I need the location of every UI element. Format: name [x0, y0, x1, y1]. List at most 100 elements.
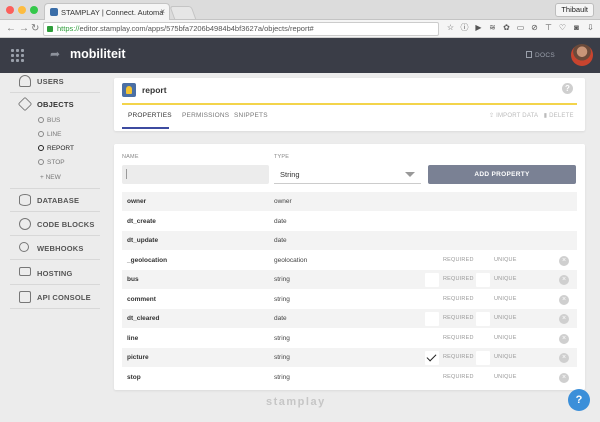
- sidebar: USERS OBJECTS BUS LINE REPORT STOP + NEW…: [0, 73, 110, 422]
- unique-checkbox[interactable]: [476, 253, 490, 268]
- delete-property-icon[interactable]: ×: [559, 372, 569, 383]
- sidebar-divider: [10, 308, 100, 309]
- sidebar-item-api-console[interactable]: API CONSOLE: [0, 291, 110, 307]
- sidebar-object-stop[interactable]: STOP: [38, 159, 65, 166]
- required-checkbox[interactable]: [425, 312, 439, 326]
- shield-icon[interactable]: ♡: [558, 23, 567, 33]
- add-property-button[interactable]: ADD PROPERTY: [428, 165, 576, 184]
- delete-object-label: DELETE: [549, 113, 574, 119]
- property-row: dt_update date: [122, 231, 577, 251]
- unique-label: UNIQUE: [494, 334, 517, 341]
- block-icon[interactable]: ⊘: [530, 23, 539, 33]
- apps-grid-icon[interactable]: [11, 49, 24, 62]
- upload-icon: ⇪: [489, 113, 495, 119]
- property-name: comment: [127, 295, 156, 303]
- object-icon: [38, 117, 44, 123]
- required-checkbox[interactable]: [425, 273, 439, 287]
- close-window-button[interactable]: [6, 6, 14, 14]
- unique-checkbox[interactable]: [476, 370, 490, 385]
- sidebar-object-label: REPORT: [47, 145, 74, 152]
- sidebar-item-webhooks[interactable]: WEBHOOKS: [0, 242, 110, 258]
- delete-object-button[interactable]: ▮ DELETE: [544, 113, 574, 119]
- property-name: picture: [127, 354, 149, 361]
- tag-icon[interactable]: ⊤: [544, 23, 553, 33]
- sidebar-object-bus[interactable]: BUS: [38, 117, 60, 124]
- forward-arrow-icon[interactable]: →: [19, 22, 29, 36]
- delete-property-icon[interactable]: ×: [559, 314, 569, 324]
- sidebar-item-users[interactable]: USERS: [0, 75, 110, 91]
- text-cursor: [126, 169, 127, 179]
- sidebar-object-line[interactable]: LINE: [38, 131, 61, 138]
- project-name[interactable]: mobiliteit: [70, 47, 126, 61]
- delete-property-icon[interactable]: ×: [559, 294, 569, 305]
- pocket-icon[interactable]: ◙: [572, 23, 581, 33]
- required-checkbox[interactable]: [425, 331, 439, 346]
- delete-property-icon[interactable]: ×: [559, 353, 569, 363]
- url-path: editor.stamplay.com/apps/575bfa7206b4984…: [79, 24, 314, 33]
- tab-properties[interactable]: PROPERTIES: [128, 112, 172, 119]
- object-header-card: report ? PROPERTIES PERMISSIONS SNIPPETS…: [114, 78, 585, 131]
- reload-icon[interactable]: ↻: [31, 22, 39, 36]
- sidebar-new-object[interactable]: + NEW: [40, 174, 61, 181]
- cast-icon[interactable]: ▭: [516, 23, 525, 33]
- sidebar-item-label: USERS: [37, 77, 64, 86]
- unique-checkbox[interactable]: [476, 312, 490, 326]
- delete-property-icon[interactable]: ×: [559, 255, 569, 266]
- avatar[interactable]: [571, 44, 593, 66]
- sidebar-item-objects[interactable]: OBJECTS: [0, 96, 110, 114]
- download-icon[interactable]: ⇩: [586, 23, 595, 33]
- info-icon[interactable]: ⓘ: [460, 23, 469, 33]
- maximize-window-button[interactable]: [30, 6, 38, 14]
- sidebar-item-label: WEBHOOKS: [37, 244, 84, 253]
- layers-icon[interactable]: ≋: [488, 23, 497, 33]
- tab-permissions[interactable]: PERMISSIONS: [182, 112, 229, 119]
- extension-arrow-icon[interactable]: ▶: [474, 23, 483, 33]
- address-bar-row: ← → ↻ https://editor.stamplay.com/apps/5…: [0, 20, 600, 38]
- share-arrow-icon[interactable]: ➦: [50, 47, 60, 61]
- delete-property-icon[interactable]: ×: [559, 275, 569, 285]
- property-row: comment string REQUIRED UNIQUE ×: [122, 290, 577, 309]
- monitor-icon: [19, 267, 31, 276]
- database-icon: [19, 194, 31, 206]
- browser-profile-button[interactable]: Thibault: [555, 3, 594, 17]
- delete-property-icon[interactable]: ×: [559, 333, 569, 344]
- tab-snippets[interactable]: SNIPPETS: [234, 112, 268, 119]
- sidebar-item-hosting[interactable]: HOSTING: [0, 267, 110, 283]
- sidebar-item-code-blocks[interactable]: CODE BLOCKS: [0, 218, 110, 234]
- new-tab-button[interactable]: [169, 6, 197, 20]
- chat-help-button[interactable]: ?: [568, 389, 590, 411]
- import-data-button[interactable]: ⇪ IMPORT DATA: [489, 113, 538, 119]
- sidebar-divider: [10, 92, 100, 93]
- stamplay-favicon-icon: [50, 8, 58, 16]
- required-checkbox[interactable]: [425, 253, 439, 268]
- unique-checkbox[interactable]: [476, 273, 490, 287]
- minimize-window-button[interactable]: [18, 6, 26, 14]
- close-tab-icon[interactable]: ×: [160, 7, 165, 16]
- property-row: bus string REQUIRED UNIQUE ×: [122, 270, 577, 290]
- browser-tab[interactable]: STAMPLAY | Connect. Automa ×: [44, 3, 170, 20]
- required-checkbox[interactable]: [425, 351, 439, 365]
- sidebar-object-report[interactable]: REPORT: [38, 145, 74, 152]
- property-type-select[interactable]: String: [274, 165, 421, 184]
- sidebar-divider: [10, 259, 100, 260]
- palette-icon[interactable]: ✿: [502, 23, 511, 33]
- unique-checkbox[interactable]: [476, 331, 490, 346]
- unique-label: UNIQUE: [494, 276, 517, 282]
- star-icon[interactable]: ☆: [446, 23, 455, 33]
- sidebar-item-database[interactable]: DATABASE: [0, 194, 110, 210]
- unique-checkbox[interactable]: [476, 292, 490, 307]
- title-underline: [122, 103, 577, 105]
- required-checkbox[interactable]: [425, 292, 439, 307]
- trash-icon: ▮: [543, 113, 548, 119]
- property-name: owner: [127, 198, 147, 205]
- unique-checkbox[interactable]: [476, 351, 490, 365]
- active-tab-indicator: [122, 127, 169, 129]
- property-name-input[interactable]: [122, 165, 269, 184]
- back-arrow-icon[interactable]: ←: [6, 22, 16, 36]
- help-icon[interactable]: ?: [562, 83, 573, 94]
- required-label: REQUIRED: [443, 334, 474, 341]
- property-type: geolocation: [274, 256, 308, 264]
- url-input[interactable]: https://editor.stamplay.com/apps/575bfa7…: [43, 22, 439, 36]
- required-checkbox[interactable]: [425, 370, 439, 385]
- docs-link[interactable]: DOCS: [526, 51, 555, 59]
